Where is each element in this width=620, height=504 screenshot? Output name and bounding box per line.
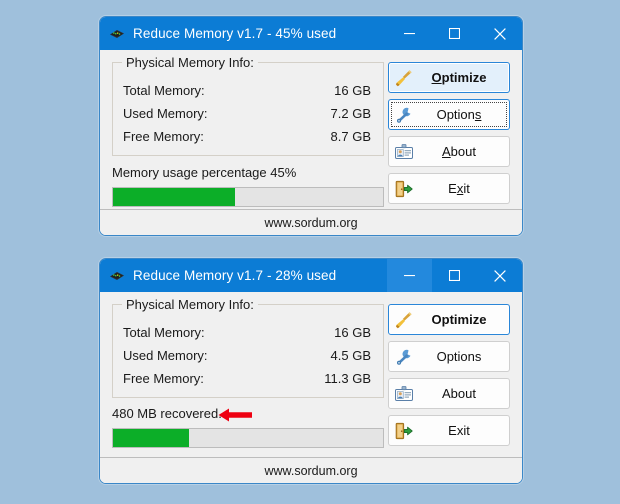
minimize-icon [404,33,415,35]
optimize-button[interactable]: Optimize [388,62,510,93]
about-button[interactable]: About [388,136,510,167]
action-button-panel: Optimize Options About Exit [388,62,510,210]
options-button-label: Options [436,349,482,364]
minimize-button[interactable] [387,259,432,292]
wrench-icon [393,104,415,126]
groupbox-label: Physical Memory Info: [122,297,258,312]
id-badge-icon [393,383,415,405]
memory-usage-progressbar [112,428,384,448]
free-memory-value: 11.3 GB [324,371,371,386]
used-memory-value: 4.5 GB [330,348,371,363]
used-memory-label: Used Memory: [123,348,208,363]
titlebar[interactable]: Reduce Memory v1.7 - 45% used [100,17,522,50]
close-icon [493,27,506,40]
minimize-icon [404,275,415,277]
exit-button[interactable]: Exit [388,415,510,446]
memory-rows: Total Memory: 16 GB Used Memory: 4.5 GB … [113,321,383,390]
table-row: Free Memory: 11.3 GB [113,367,383,390]
table-row: Free Memory: 8.7 GB [113,125,383,148]
reduce-memory-window-1[interactable]: Reduce Memory v1.7 - 45% used Physical M… [99,16,523,236]
optimize-button-label: Optimize [431,312,487,327]
table-row: Used Memory: 7.2 GB [113,102,383,125]
close-icon [493,269,506,282]
titlebar[interactable]: Reduce Memory v1.7 - 28% used [100,259,522,292]
client-area: Physical Memory Info: Total Memory: 16 G… [100,50,522,235]
options-button-label: Options [436,107,482,122]
used-memory-value: 7.2 GB [330,106,371,121]
window-title: Reduce Memory v1.7 - 28% used [133,268,337,283]
wrench-icon [393,346,415,368]
memory-module-icon [109,26,125,42]
memory-rows: Total Memory: 16 GB Used Memory: 7.2 GB … [113,79,383,148]
maximize-icon [449,28,460,39]
broom-icon [393,309,415,331]
window-controls [387,17,522,50]
website-link[interactable]: www.sordum.org [264,216,357,230]
client-area: Physical Memory Info: Total Memory: 16 G… [100,292,522,483]
memory-usage-status: Memory usage percentage 45% [112,165,297,180]
options-button[interactable]: Options [388,99,510,130]
groupbox-label: Physical Memory Info: [122,55,258,70]
total-memory-value: 16 GB [334,325,371,340]
used-memory-label: Used Memory: [123,106,208,121]
maximize-button[interactable] [432,259,477,292]
progress-fill [113,188,235,206]
broom-icon [393,67,415,89]
recovered-status: 480 MB recovered. [112,406,222,421]
window-controls [387,259,522,292]
about-button-label: About [442,386,476,401]
options-button[interactable]: Options [388,341,510,372]
progress-fill [113,429,189,447]
minimize-button[interactable] [387,17,432,50]
exit-button-label: Exit [448,181,470,196]
exit-door-icon [393,178,415,200]
table-row: Total Memory: 16 GB [113,321,383,344]
optimize-button-label: Optimize [431,70,487,85]
free-memory-value: 8.7 GB [330,129,371,144]
reduce-memory-window-2[interactable]: Reduce Memory v1.7 - 28% used Physical M… [99,258,523,484]
exit-door-icon [393,420,415,442]
maximize-icon [449,270,460,281]
close-button[interactable] [477,259,522,292]
maximize-button[interactable] [432,17,477,50]
statusbar: www.sordum.org [100,209,522,235]
close-button[interactable] [477,17,522,50]
memory-module-icon [109,268,125,284]
total-memory-value: 16 GB [334,83,371,98]
exit-button[interactable]: Exit [388,173,510,204]
about-button[interactable]: About [388,378,510,409]
about-button-label: About [442,144,476,159]
free-memory-label: Free Memory: [123,129,204,144]
window-title: Reduce Memory v1.7 - 45% used [133,26,337,41]
free-memory-label: Free Memory: [123,371,204,386]
red-arrow-annotation-icon [218,407,264,423]
physical-memory-info-group: Physical Memory Info: Total Memory: 16 G… [112,55,384,156]
statusbar: www.sordum.org [100,457,522,483]
memory-usage-progressbar [112,187,384,207]
physical-memory-info-group: Physical Memory Info: Total Memory: 16 G… [112,297,384,398]
exit-button-label: Exit [448,423,470,438]
website-link[interactable]: www.sordum.org [264,464,357,478]
total-memory-label: Total Memory: [123,325,205,340]
table-row: Total Memory: 16 GB [113,79,383,102]
action-button-panel: Optimize Options About Exit [388,304,510,452]
optimize-button[interactable]: Optimize [388,304,510,335]
total-memory-label: Total Memory: [123,83,205,98]
id-badge-icon [393,141,415,163]
table-row: Used Memory: 4.5 GB [113,344,383,367]
